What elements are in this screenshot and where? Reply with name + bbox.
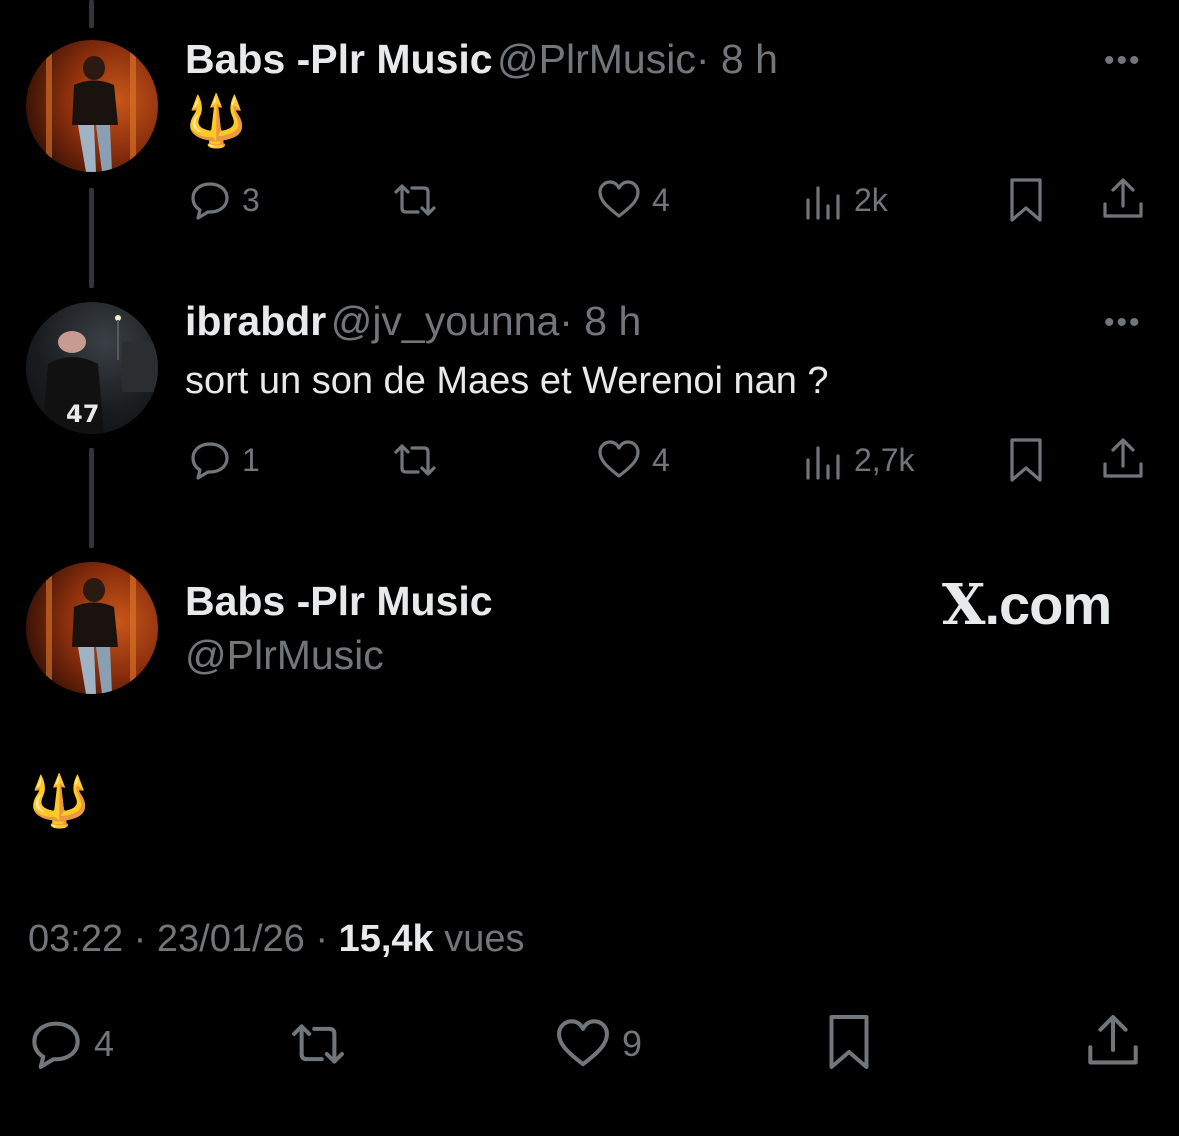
avatar[interactable] — [26, 40, 158, 172]
share-icon — [1088, 1015, 1138, 1065]
views-button[interactable]: 2,7k — [804, 438, 914, 482]
reply-button[interactable]: 1 — [188, 438, 260, 482]
bookmark-icon — [1010, 438, 1042, 482]
tweet-text: 🔱 — [185, 93, 248, 149]
like-icon — [598, 440, 640, 478]
author-handle[interactable]: @PlrMusic — [185, 632, 384, 679]
svg-text:47: 47 — [66, 400, 99, 428]
bookmark-button[interactable] — [824, 1012, 874, 1072]
tweet-time[interactable]: 03:22 — [28, 918, 123, 960]
bookmark-button[interactable] — [1006, 436, 1046, 484]
like-icon — [557, 1019, 609, 1067]
like-icon — [598, 180, 640, 218]
bookmark-icon — [829, 1015, 869, 1069]
tweet-date[interactable]: 23/01/26 — [157, 918, 305, 960]
author-handle[interactable]: @jv_younna — [331, 298, 560, 344]
bookmark-button[interactable] — [1006, 176, 1046, 224]
author-handle[interactable]: @PlrMusic — [497, 36, 696, 82]
retweet-button[interactable] — [388, 438, 442, 482]
views-count: 15,4k — [338, 918, 434, 960]
like-count: 9 — [622, 1023, 643, 1064]
tweet-metadata: 03:22 · 23/01/26 · 15,4k vues — [28, 918, 525, 960]
reply-icon — [32, 1021, 80, 1069]
more-icon[interactable]: ••• — [1104, 306, 1142, 340]
share-icon — [1103, 438, 1143, 478]
reply-count: 4 — [94, 1023, 115, 1064]
like-count: 4 — [652, 181, 670, 218]
reply-icon — [191, 442, 229, 480]
x-logo: X.com — [942, 572, 1112, 638]
reply-button[interactable]: 3 — [188, 178, 260, 222]
thread-line-2 — [89, 448, 94, 548]
tweet-time[interactable]: · 8 h — [696, 36, 778, 82]
views-label: vues — [444, 918, 525, 960]
retweet-icon — [394, 444, 436, 476]
share-icon — [1103, 178, 1143, 218]
author-name[interactable]: Babs -Plr Music — [185, 578, 493, 625]
tweet-time[interactable]: · 8 h — [559, 298, 641, 344]
share-button[interactable] — [1100, 176, 1146, 222]
like-count: 4 — [652, 441, 670, 478]
reply-count: 1 — [242, 441, 260, 478]
like-button[interactable]: 9 — [554, 1016, 642, 1072]
reply-count: 3 — [242, 181, 260, 218]
thread-line-top — [89, 0, 94, 28]
like-button[interactable]: 4 — [596, 178, 670, 222]
avatar[interactable]: 47 — [26, 302, 158, 434]
share-button[interactable] — [1084, 1012, 1142, 1070]
more-icon[interactable]: ••• — [1104, 44, 1142, 78]
retweet-button[interactable] — [388, 178, 442, 222]
thread-line-1 — [89, 188, 94, 288]
avatar[interactable] — [26, 562, 158, 694]
views-count: 2,7k — [854, 441, 915, 478]
share-button[interactable] — [1100, 436, 1146, 482]
tweet-text: 🔱 — [28, 773, 91, 829]
reply-icon — [191, 182, 229, 220]
like-button[interactable]: 4 — [596, 438, 670, 482]
views-count: 2k — [854, 181, 888, 218]
retweet-button[interactable] — [284, 1016, 352, 1072]
author-name[interactable]: Babs -Plr Music — [185, 36, 493, 82]
bookmark-icon — [1010, 178, 1042, 222]
views-icon — [806, 446, 840, 480]
author-name[interactable]: ibrabdr — [185, 298, 326, 344]
views-button[interactable]: 2k — [804, 178, 888, 222]
views-icon — [806, 186, 840, 220]
reply-button[interactable]: 4 — [28, 1016, 114, 1072]
retweet-icon — [394, 184, 436, 216]
retweet-icon — [292, 1024, 344, 1064]
tweet-text: sort un son de Maes et Werenoi nan ? — [185, 360, 829, 402]
